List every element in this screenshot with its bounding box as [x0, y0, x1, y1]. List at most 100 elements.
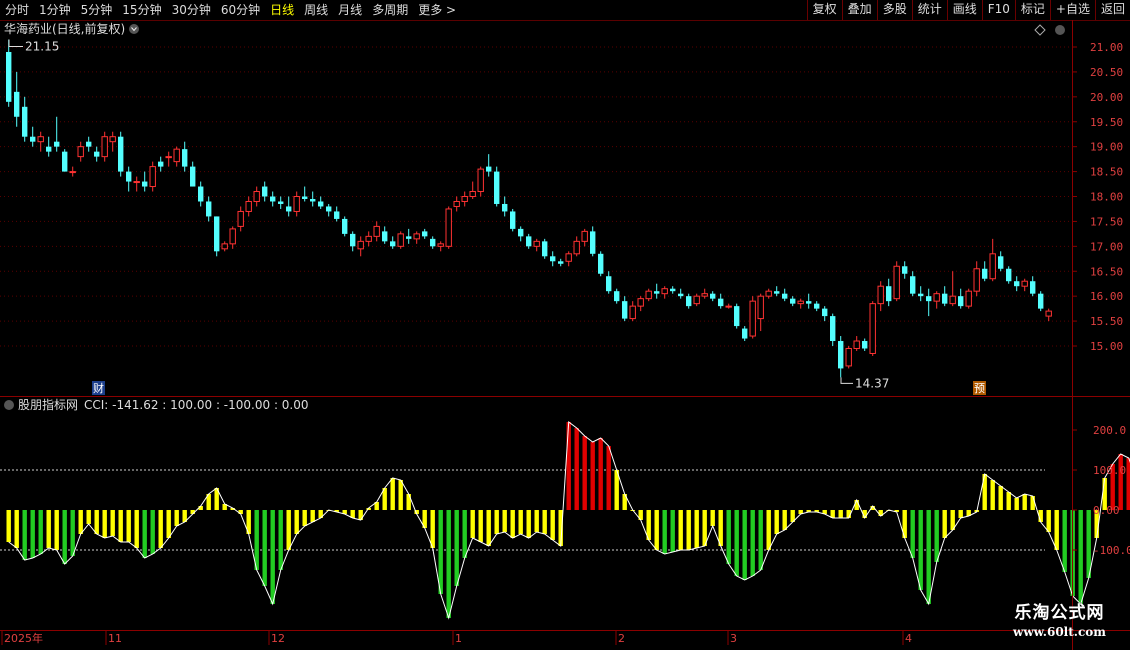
date-label: 3 — [730, 632, 737, 645]
period-tab-0[interactable]: 分时 — [0, 0, 34, 20]
toolbar-button-2[interactable]: 多股 — [876, 0, 912, 20]
period-tab-5[interactable]: 60分钟 — [216, 0, 265, 20]
candle-body-up — [445, 208, 452, 247]
candle-body-up — [229, 228, 236, 245]
candle-body-up — [949, 295, 956, 305]
candle-body-down — [62, 151, 68, 172]
toolbar-button-4[interactable]: 画线 — [946, 0, 982, 20]
cci-bar — [606, 446, 611, 510]
candle-body-down — [518, 228, 524, 237]
candle-body-down — [790, 298, 796, 304]
cci-bar — [686, 510, 691, 550]
cci-bar — [78, 510, 83, 534]
candle-body-down — [318, 201, 324, 207]
candle-body-down — [918, 293, 924, 297]
cci-bar — [14, 510, 19, 548]
cci-bar — [1022, 494, 1027, 510]
toolbar-button-1[interactable]: 叠加 — [841, 0, 877, 20]
axes: 21.0020.5020.0019.5019.0018.5018.0017.50… — [0, 20, 1130, 650]
period-tab-3[interactable]: 15分钟 — [117, 0, 166, 20]
candle-body-down — [654, 291, 660, 294]
candle-body-down — [182, 149, 188, 167]
cci-bar — [390, 478, 395, 510]
toolbar-button-6[interactable]: 标记 — [1014, 0, 1050, 20]
candle-body-down — [686, 296, 692, 307]
candle-body-down — [814, 303, 820, 309]
candle-body-down — [678, 293, 684, 297]
cci-bar — [454, 510, 459, 586]
toolbar-button-8[interactable]: 返回 — [1094, 0, 1130, 20]
candle-body-up — [573, 240, 580, 255]
candle-body-down — [606, 276, 612, 292]
candle-body-up — [165, 156, 172, 159]
period-tab-6[interactable]: 日线 — [265, 0, 299, 20]
candle-body-down — [118, 136, 124, 172]
cci-bar — [1062, 510, 1067, 572]
cci-bar — [750, 510, 755, 576]
period-tab-8[interactable]: 月线 — [333, 0, 367, 20]
toolbar-button-7[interactable]: +自选 — [1049, 0, 1095, 20]
toolbar-button-5[interactable]: F10 — [981, 0, 1015, 20]
candle-body-down — [958, 296, 964, 307]
candle-body-down — [1038, 293, 1044, 309]
cci-bar — [166, 510, 171, 538]
cci-bar — [678, 510, 683, 550]
price-tick-label: 16.00 — [1090, 290, 1123, 303]
toolbar: 分时 1分钟 5分钟 15分钟 30分钟 60分钟 日线 周线 月线 多周期 更多 > 复权 叠加 多股… — [0, 0, 1130, 21]
cci-bar — [838, 510, 843, 518]
candle-body-down — [542, 241, 548, 257]
price-tick-label: 19.00 — [1090, 141, 1123, 154]
candle-body-up — [245, 200, 252, 212]
chevron-down-icon — [1055, 25, 1065, 35]
candle-body-up — [1021, 280, 1028, 287]
candle-body-down — [46, 146, 52, 152]
candle-body-up — [869, 303, 876, 354]
price-tick-label: 15.00 — [1090, 340, 1123, 353]
cci-bar — [726, 510, 731, 564]
candle-body-down — [22, 106, 28, 137]
candle-body-up — [877, 285, 884, 305]
candle-body-down — [830, 316, 836, 342]
candle-body-down — [214, 216, 220, 252]
cci-bar — [398, 480, 403, 510]
candle-body-up — [581, 230, 588, 242]
period-tab-7[interactable]: 周线 — [299, 0, 333, 20]
period-tab-10[interactable]: 更多 > — [413, 0, 461, 20]
candle-body-up — [965, 290, 972, 307]
period-tab-4[interactable]: 30分钟 — [167, 0, 216, 20]
period-tab-1[interactable]: 1分钟 — [34, 0, 76, 20]
high-marker-arrow — [8, 39, 23, 48]
toolbar-button-3[interactable]: 统计 — [911, 0, 947, 20]
candle-body-up — [565, 253, 572, 262]
cci-bar — [286, 510, 291, 550]
candle-body-down — [982, 268, 988, 279]
candle-body-down — [902, 266, 908, 274]
candle-body-up — [533, 240, 540, 247]
candle-body-up — [469, 191, 476, 197]
candle-body-down — [558, 261, 564, 264]
candle-body-down — [926, 296, 932, 302]
candle-body-up — [853, 340, 860, 349]
candle-body-down — [742, 328, 748, 339]
candle-body-up — [749, 300, 756, 337]
cci-bar — [566, 422, 571, 510]
date-label: 4 — [905, 632, 912, 645]
cci-bar — [486, 510, 491, 546]
period-tab-9[interactable]: 多周期 — [367, 0, 413, 20]
candle-body-down — [382, 231, 388, 242]
candle-body-down — [286, 206, 292, 212]
candle-body-down — [774, 291, 780, 294]
date-label: 2025年 — [4, 631, 43, 645]
candle-body-down — [342, 218, 348, 234]
cci-bar — [94, 510, 99, 534]
date-label: 2 — [618, 632, 625, 645]
cci-bar — [1054, 510, 1059, 550]
cci-bar — [6, 510, 11, 542]
candle-body-down — [94, 151, 100, 157]
chart-area[interactable]: 21.0020.5020.0019.5019.0018.5018.0017.50… — [0, 20, 1130, 650]
candle-body-up — [725, 305, 732, 308]
candle-body-up — [477, 168, 484, 193]
cci-bar — [1126, 458, 1130, 510]
period-tab-2[interactable]: 5分钟 — [76, 0, 118, 20]
toolbar-button-0[interactable]: 复权 — [806, 0, 842, 20]
